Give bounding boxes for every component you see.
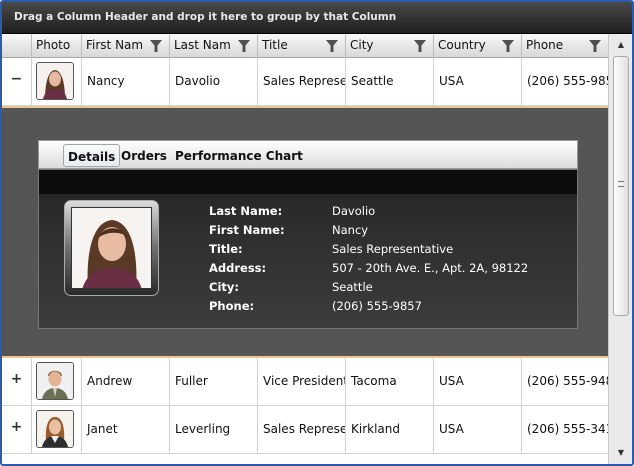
field-value-first-name: Nancy: [332, 223, 369, 237]
header-city[interactable]: City: [346, 34, 434, 58]
filter-icon[interactable]: [150, 40, 162, 52]
arrow-down-icon[interactable]: ▼: [613, 446, 629, 460]
city-cell: Tacoma: [346, 358, 434, 406]
last-name-cell: Leverling: [170, 406, 258, 454]
tab-orders[interactable]: Orders: [117, 144, 171, 167]
last-name-cell: Davolio: [170, 58, 258, 106]
employee-photo: [36, 62, 74, 100]
photo-cell: [32, 58, 82, 106]
field-label-first-name: First Name:: [209, 223, 285, 237]
row-details-panel: Details Orders Performance Chart Last Na…: [2, 106, 608, 358]
vertical-scrollbar[interactable]: ▲ ▼: [608, 34, 632, 464]
field-value-last-name: Davolio: [332, 204, 376, 218]
header-label: Country: [438, 38, 486, 52]
city-cell: Seattle: [346, 58, 434, 106]
header-label: First Name: [86, 38, 142, 52]
employee-photo: [36, 362, 74, 400]
tab-details[interactable]: Details: [63, 144, 121, 167]
scrollbar-thumb[interactable]: [613, 56, 629, 316]
group-by-panel[interactable]: Drag a Column Header and drop it here to…: [2, 2, 632, 34]
photo-cell: [32, 358, 82, 406]
header-label: Phone: [526, 38, 564, 52]
city-cell: Kirkland: [346, 406, 434, 454]
field-label-phone: Phone:: [209, 299, 255, 313]
table-row[interactable]: + Janet Leverling Sales Representative K…: [2, 406, 608, 454]
header-label: Last Name: [174, 38, 230, 52]
header-title[interactable]: Title: [258, 34, 346, 58]
table-row[interactable]: − Nancy Davolio Sales Representative Sea…: [2, 58, 608, 106]
field-value-address: 507 - 20th Ave. E., Apt. 2A, 98122: [332, 261, 529, 275]
title-cell: Sales Representative: [258, 406, 346, 454]
field-value-phone: (206) 555-9857: [332, 299, 422, 313]
header-expander: [2, 34, 32, 58]
grid-window: Drag a Column Header and drop it here to…: [0, 0, 634, 466]
details-header-strip: [39, 170, 577, 194]
expand-toggle[interactable]: +: [2, 358, 32, 406]
filter-icon[interactable]: [238, 40, 250, 52]
country-cell: USA: [434, 358, 522, 406]
header-first-name[interactable]: First Name: [82, 34, 170, 58]
filter-icon[interactable]: [502, 40, 514, 52]
country-cell: USA: [434, 58, 522, 106]
employee-photo: [36, 410, 74, 448]
phone-cell: (206) 555-9857: [527, 74, 608, 88]
header-label: Title: [262, 38, 288, 52]
phone-cell: (206) 555-9482: [527, 374, 608, 388]
filter-icon[interactable]: [326, 40, 338, 52]
country-cell: USA: [434, 406, 522, 454]
header-label: Photo: [36, 38, 71, 52]
collapse-toggle[interactable]: −: [2, 58, 32, 106]
header-phone[interactable]: Phone: [522, 34, 608, 58]
filter-icon[interactable]: [589, 40, 601, 52]
field-label-last-name: Last Name:: [209, 204, 283, 218]
header-country[interactable]: Country: [434, 34, 522, 58]
expand-toggle[interactable]: +: [2, 406, 32, 454]
tab-performance-chart[interactable]: Performance Chart: [171, 144, 307, 167]
header-photo[interactable]: Photo: [32, 34, 82, 58]
column-header-row: Photo First Name Last Name Title City Co…: [2, 34, 608, 58]
field-value-city: Seattle: [332, 280, 373, 294]
last-name-cell: Fuller: [170, 358, 258, 406]
grip-icon: [618, 181, 624, 187]
phone-cell: (206) 555-3412: [527, 422, 608, 436]
title-cell: Vice President, Sales: [258, 358, 346, 406]
first-name-cell: Janet: [82, 406, 170, 454]
photo-cell: [32, 406, 82, 454]
details-tab-bar: Details Orders Performance Chart: [38, 140, 578, 169]
field-label-address: Address:: [209, 261, 267, 275]
group-panel-hint: Drag a Column Header and drop it here to…: [14, 11, 397, 23]
field-label-title: Title:: [209, 242, 243, 256]
employee-large-photo: [71, 207, 152, 289]
employee-large-photo-frame: [64, 200, 159, 296]
details-tab-content: Last Name: Davolio First Name: Nancy Tit…: [38, 169, 578, 329]
table-row[interactable]: + Andrew Fuller Vice President, Sales Ta…: [2, 358, 608, 406]
arrow-up-icon[interactable]: ▲: [613, 38, 629, 52]
header-label: City: [350, 38, 374, 52]
title-cell: Sales Representative: [258, 58, 346, 106]
field-value-title: Sales Representative: [332, 242, 454, 256]
field-label-city: City:: [209, 280, 239, 294]
first-name-cell: Andrew: [82, 358, 170, 406]
filter-icon[interactable]: [414, 40, 426, 52]
header-last-name[interactable]: Last Name: [170, 34, 258, 58]
first-name-cell: Nancy: [82, 58, 170, 106]
